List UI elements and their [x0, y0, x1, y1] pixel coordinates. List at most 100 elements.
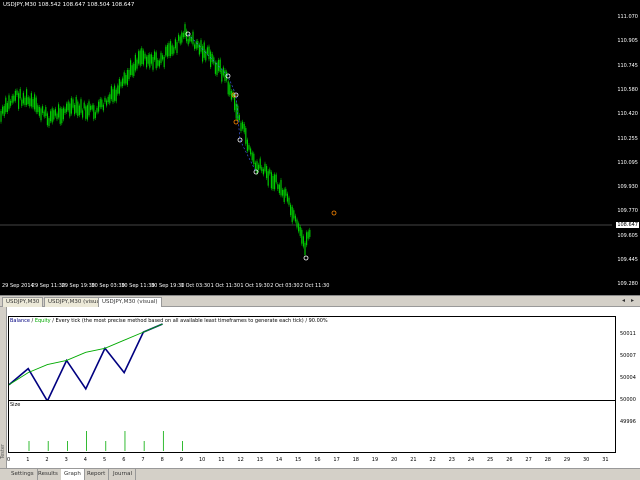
- tester-side-strip[interactable]: Tester: [0, 307, 7, 480]
- candle-body: [66, 103, 68, 112]
- candle-body: [267, 171, 269, 186]
- candle-body: [166, 44, 168, 57]
- price-tick-label: 110.580: [617, 86, 638, 93]
- price-tick-label: 110.095: [617, 159, 638, 166]
- candle-body: [304, 242, 306, 255]
- candle-body: [235, 103, 237, 119]
- candle-body: [30, 93, 32, 107]
- x-tick-label: 7: [141, 457, 145, 463]
- candle-body: [50, 111, 52, 122]
- candle-body: [144, 53, 146, 59]
- candle-body: [34, 94, 36, 110]
- candle-body: [293, 210, 295, 219]
- candle-body: [110, 86, 112, 100]
- candle-body: [98, 101, 100, 112]
- time-tick-label: 1 Oct 03:30: [180, 283, 211, 289]
- price-tick-label: 110.255: [617, 135, 638, 142]
- candle-body: [184, 24, 186, 38]
- x-tick-label: 13: [256, 457, 263, 463]
- candle-body: [91, 105, 93, 110]
- candle-body: [246, 139, 248, 152]
- current-price-label: 108.647: [616, 222, 639, 228]
- candle-body: [302, 236, 304, 247]
- size-graph: [8, 400, 616, 453]
- candle-body: [250, 148, 252, 155]
- legend-equity: Equity: [34, 318, 51, 324]
- price-tick-label: 109.930: [617, 184, 638, 191]
- candle-body: [214, 62, 216, 74]
- chart-title: USDJPY,M30 108.542 108.647 108.504 108.6…: [3, 2, 135, 8]
- x-tick-label: 15: [295, 457, 302, 463]
- candle-body: [152, 57, 154, 70]
- candle-body: [256, 161, 258, 174]
- candle-body: [3, 105, 5, 117]
- x-tick-label: 5: [103, 457, 107, 463]
- candle-body: [192, 31, 194, 45]
- candle-body: [258, 164, 260, 170]
- candle-body: [22, 92, 24, 104]
- candle-body: [75, 96, 77, 113]
- x-tick-label: 2: [45, 457, 49, 463]
- candle-body: [67, 101, 69, 111]
- tab-scroll-right-icon[interactable]: ▸: [631, 297, 634, 304]
- x-tick-label: 23: [448, 457, 455, 463]
- candle-body: [72, 99, 74, 108]
- candle-body: [248, 145, 250, 150]
- price-tick-label: 110.745: [617, 62, 638, 69]
- candle-body: [122, 78, 124, 87]
- candle-body: [176, 42, 178, 53]
- price-tick-label: 111.070: [617, 14, 638, 20]
- tab-scroll-left-icon[interactable]: ◂: [622, 297, 625, 304]
- candle-body: [93, 105, 95, 120]
- candle-body: [32, 99, 34, 108]
- candle-body: [253, 153, 255, 164]
- candle-body: [229, 84, 231, 95]
- candle-body: [179, 36, 181, 44]
- x-tick-label: 4: [83, 457, 87, 463]
- candle-body: [163, 56, 165, 68]
- candle-body: [86, 105, 88, 120]
- trade-path: [187, 33, 257, 173]
- legend-balance: Balance: [10, 318, 30, 324]
- candle-body: [10, 100, 12, 106]
- tab-settings[interactable]: Settings: [8, 469, 38, 480]
- tab-results[interactable]: Results: [35, 469, 62, 480]
- candle-body: [203, 42, 205, 58]
- candle-body: [43, 111, 45, 117]
- candle-body: [147, 55, 149, 64]
- candle-body: [40, 108, 42, 121]
- candle-body: [78, 105, 80, 116]
- chart-tab-3[interactable]: USDJPY,M30 (visual): [98, 297, 162, 307]
- x-tick-label: 14: [275, 457, 283, 463]
- candle-body: [280, 179, 282, 196]
- candle-body: [59, 108, 61, 124]
- candle-body: [90, 105, 92, 111]
- candle-body: [208, 46, 210, 60]
- candle-body: [136, 59, 138, 69]
- candle-body: [259, 158, 261, 169]
- x-tick-label: 29: [563, 457, 571, 463]
- candle-body: [8, 95, 10, 109]
- candle-body: [154, 51, 156, 60]
- x-tick-label: 30: [583, 457, 590, 463]
- x-tick-label: 19: [371, 457, 379, 463]
- candle-body: [128, 70, 130, 80]
- graph-legend: Balance / Equity / Every tick (the most …: [10, 318, 328, 324]
- candle-body: [70, 98, 72, 114]
- candle-body: [194, 44, 196, 49]
- tab-report[interactable]: Report: [84, 469, 110, 480]
- price-chart[interactable]: USDJPY,M30 108.542 108.647 108.504 108.6…: [0, 0, 640, 296]
- candle-body: [85, 106, 87, 119]
- candle-body: [94, 112, 96, 118]
- candle-body: [125, 74, 127, 84]
- chart-tab-1[interactable]: USDJPY,M30: [2, 297, 44, 307]
- candle-body: [288, 197, 290, 205]
- candle-body: [74, 104, 76, 115]
- candle-body: [227, 81, 229, 95]
- x-tick-label: 8: [160, 457, 164, 463]
- tab-graph[interactable]: Graph: [61, 469, 85, 480]
- tab-journal[interactable]: Journal: [110, 469, 137, 480]
- candle-body: [117, 85, 119, 94]
- candle-body: [99, 98, 101, 108]
- candle-body: [5, 97, 7, 113]
